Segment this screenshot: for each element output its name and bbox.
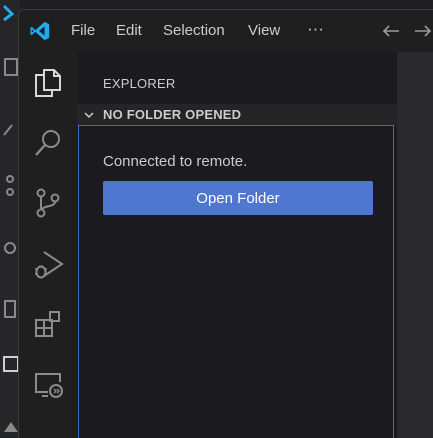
explorer-sidebar: EXPLORER NO FOLDER OPENED Connected to r… xyxy=(77,52,397,438)
section-title: NO FOLDER OPENED xyxy=(103,107,242,122)
search-icon[interactable] xyxy=(32,127,64,159)
extensions-icon[interactable] xyxy=(32,308,64,340)
vscode-window: File Edit Selection View ··· EXPLORER NO… xyxy=(18,9,433,438)
run-debug-icon[interactable] xyxy=(32,248,64,280)
menu-more[interactable]: ··· xyxy=(307,19,324,39)
back-arrow-icon[interactable] xyxy=(381,23,401,39)
background-window xyxy=(0,0,20,437)
no-folder-section-body: Connected to remote. Open Folder xyxy=(78,125,394,438)
no-folder-section-header[interactable]: NO FOLDER OPENED xyxy=(77,104,397,126)
menu-view[interactable]: View xyxy=(248,22,280,39)
vscode-logo-icon xyxy=(30,21,50,41)
connected-message: Connected to remote. xyxy=(103,153,248,170)
activity-bar xyxy=(19,52,77,438)
title-bar: File Edit Selection View ··· xyxy=(19,10,433,52)
files-icon[interactable] xyxy=(32,66,64,98)
menu-file[interactable]: File xyxy=(71,22,95,39)
sidebar-title: EXPLORER xyxy=(103,76,176,91)
remote-explorer-icon[interactable] xyxy=(32,368,64,400)
editor-area xyxy=(397,52,433,438)
menu-selection[interactable]: Selection xyxy=(163,22,225,39)
source-control-icon[interactable] xyxy=(32,187,64,219)
chevron-down-icon xyxy=(84,112,94,119)
forward-arrow-icon[interactable] xyxy=(413,23,433,39)
open-folder-button[interactable]: Open Folder xyxy=(103,181,373,215)
menu-edit[interactable]: Edit xyxy=(116,22,142,39)
